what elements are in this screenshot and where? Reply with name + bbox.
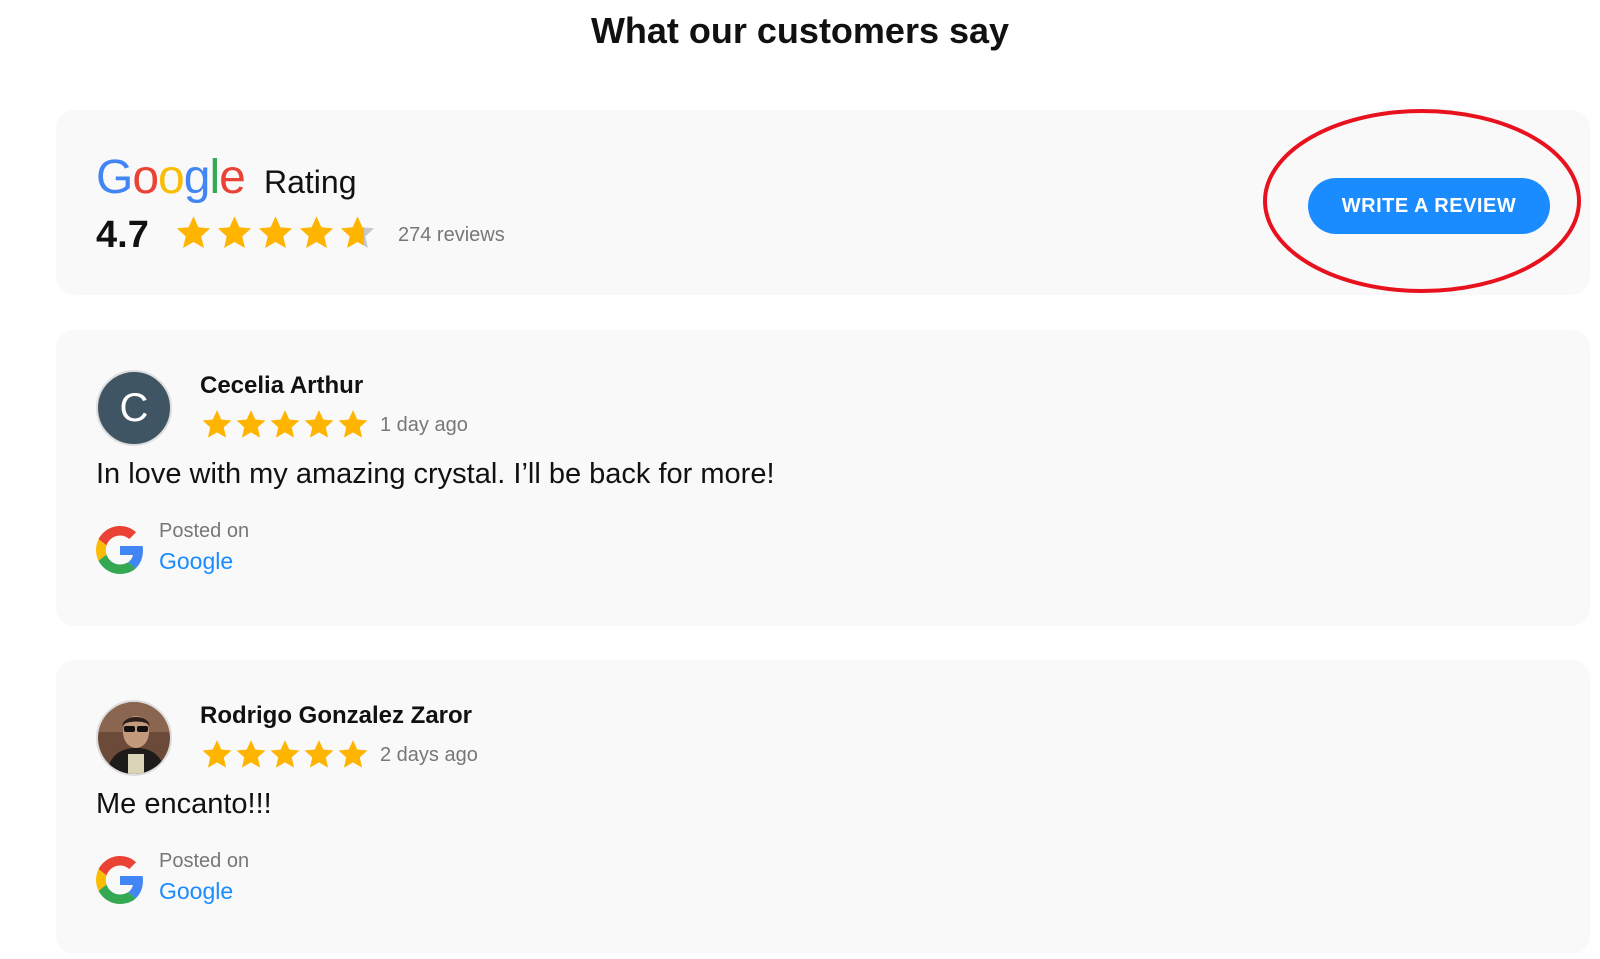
star-icon (270, 410, 300, 438)
avatar (96, 700, 172, 776)
star-icon (304, 410, 334, 438)
star-icon (236, 740, 266, 768)
logo-letter: g (183, 151, 211, 204)
star-icon (338, 410, 368, 438)
star-icon (258, 216, 293, 249)
logo-letter: e (219, 151, 246, 204)
profile-photo (98, 702, 170, 774)
star-icon (270, 740, 300, 768)
posted-source-link[interactable]: Google (159, 878, 233, 905)
star-icon (338, 740, 368, 768)
logo-letter: o (158, 151, 185, 204)
logo-letter: l (209, 151, 220, 204)
review-text: Me encanto!!! (96, 788, 272, 820)
review-count: 274 reviews (398, 224, 505, 246)
reviewer-name: Cecelia Arthur (200, 372, 364, 399)
posted-source-link[interactable]: Google (159, 548, 233, 575)
google-g-icon (96, 856, 143, 904)
star-icon (202, 410, 232, 438)
review-star-rating (200, 738, 370, 771)
summary-star-rating (174, 214, 377, 252)
review-date: 2 days ago (380, 744, 478, 766)
review-card: Rodrigo Gonzalez Zaror 2 days ago Me enc… (56, 660, 1590, 954)
rating-value: 4.7 (96, 214, 149, 256)
review-card: C Cecelia Arthur 1 day ago In love with … (56, 330, 1590, 626)
review-star-rating (200, 408, 370, 441)
google-logo: Google (96, 150, 246, 205)
star-icon (299, 216, 334, 249)
review-date: 1 day ago (380, 414, 468, 436)
star-icon (202, 740, 232, 768)
rating-label: Rating (264, 164, 357, 200)
star-icon (236, 410, 266, 438)
write-review-button[interactable]: WRITE A REVIEW (1308, 178, 1550, 234)
logo-letter: o (132, 151, 159, 204)
google-g-icon (96, 526, 143, 574)
star-icon (304, 740, 334, 768)
star-icon (340, 216, 375, 249)
avatar-initial: C (119, 385, 149, 430)
reviewer-name: Rodrigo Gonzalez Zaror (200, 702, 473, 729)
section-title: What our customers say (590, 10, 1010, 51)
posted-on-label: Posted on (159, 520, 250, 542)
star-icon (176, 216, 211, 249)
logo-letter: G (96, 151, 133, 204)
star-icon (217, 216, 252, 249)
avatar: C (96, 370, 172, 446)
reviews-widget: What our customers say Google Rating 4.7… (0, 0, 1600, 959)
posted-on-label: Posted on (159, 850, 250, 872)
rating-summary-card: Google Rating 4.7 274 reviews WRITE A RE… (56, 110, 1590, 295)
review-text: In love with my amazing crystal. I’ll be… (96, 458, 775, 490)
